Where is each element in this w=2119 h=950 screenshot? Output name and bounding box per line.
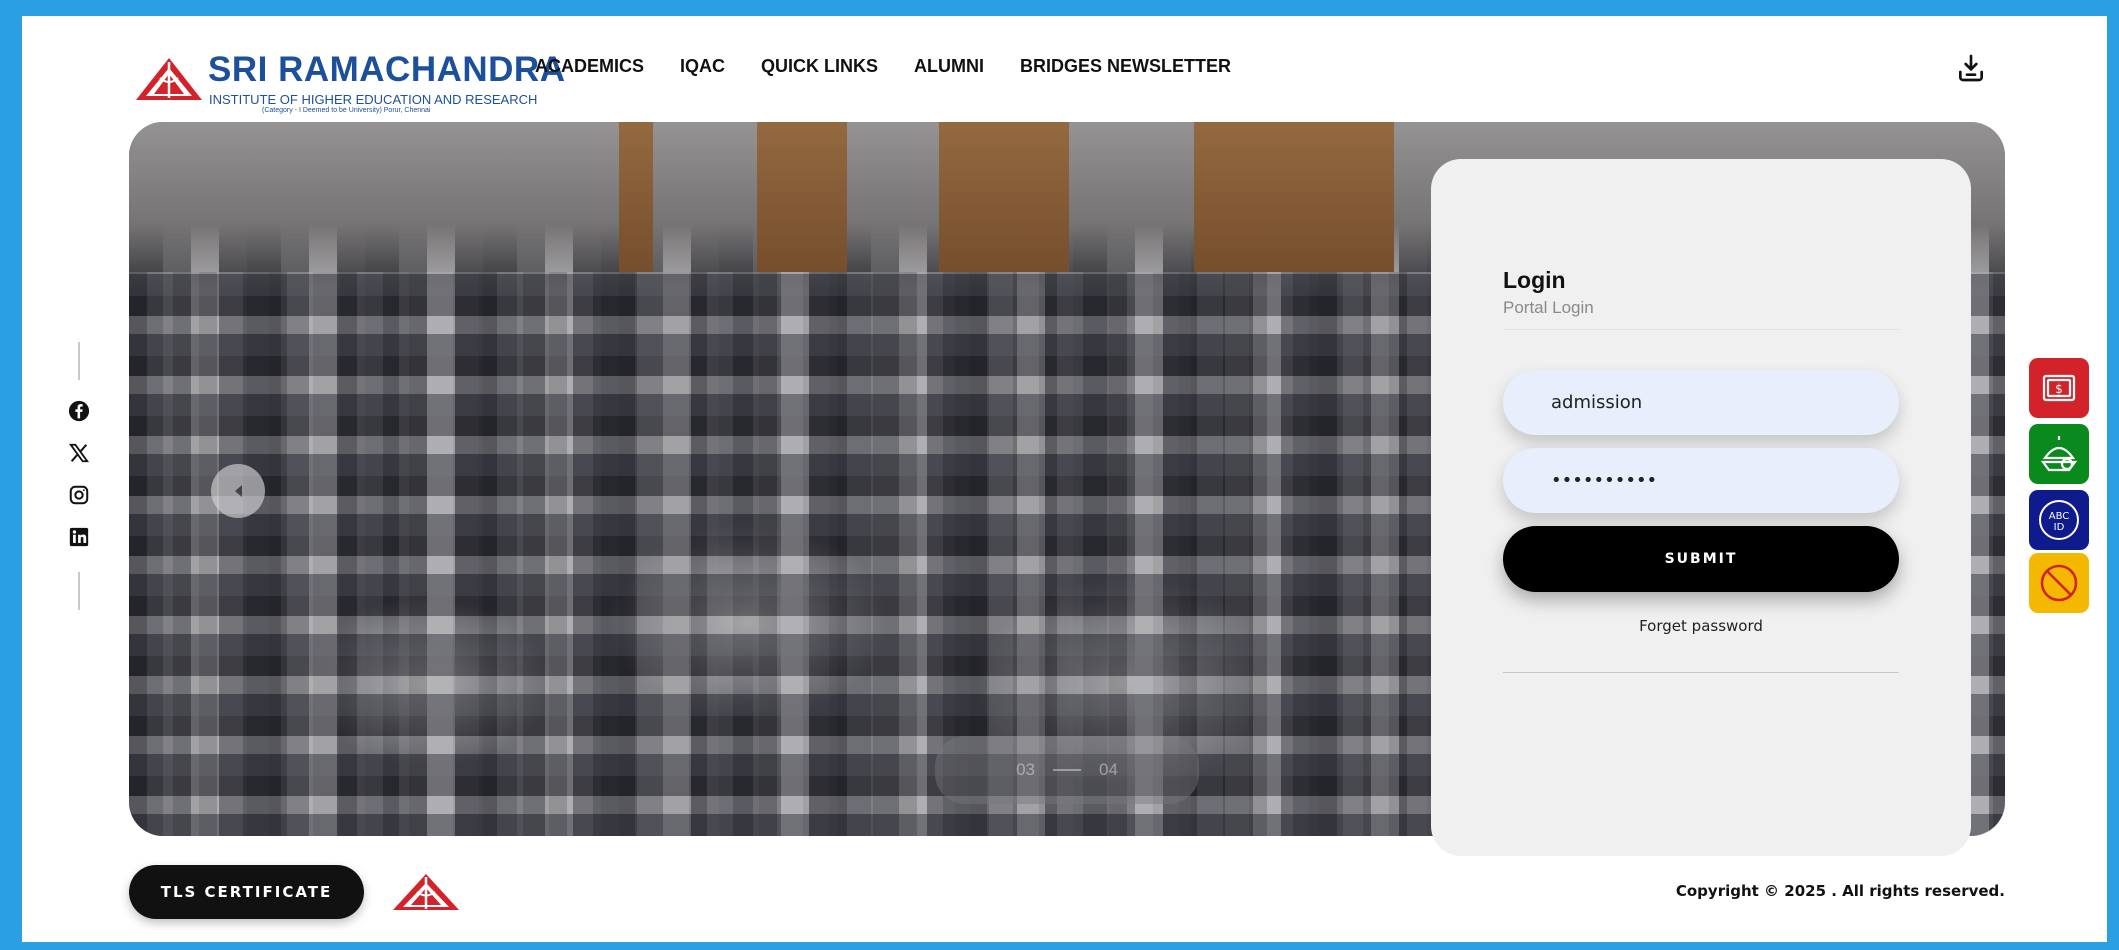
slider-total: 04 [1099,760,1118,779]
abc-id-icon: ABC ID [2039,500,2079,540]
brand-subtitle: INSTITUTE OF HIGHER EDUCATION AND RESEAR… [209,92,538,107]
main-nav: ACADEMICS IQAC QUICK LINKS ALUMNI BRIDGE… [535,56,1231,77]
linkedin-icon[interactable] [68,526,90,548]
divider [78,342,80,380]
divider [78,572,80,610]
emblem-icon [136,58,202,100]
download-icon [1959,54,1983,82]
x-icon[interactable] [68,442,90,464]
instagram-icon[interactable] [68,484,90,506]
brand-tagline: (Category - I Deemed to be University) P… [262,107,431,114]
scholarship-button[interactable] [2029,424,2089,484]
chevron-left-icon [235,485,242,497]
anti-ragging-button[interactable] [2029,553,2089,613]
social-links [64,342,94,610]
slider-counter: 03 04 [935,736,1199,804]
password-input[interactable] [1503,448,1899,513]
scholarship-icon [2040,436,2078,472]
divider [1503,672,1899,673]
login-subtitle: Portal Login [1503,298,1594,317]
username-input[interactable] [1503,370,1899,435]
slider-current: 03 [1016,760,1035,779]
slider-prev-button[interactable] [211,464,265,518]
svg-text:ID: ID [2054,522,2065,533]
tls-certificate-button[interactable]: TLS CERTIFICATE [129,865,364,919]
brand-name: SRI RAMACHANDRA [208,50,566,89]
fee-payment-button[interactable]: $ [2029,358,2089,418]
institution-logo[interactable]: SRI RAMACHANDRA INSTITUTE OF HIGHER EDUC… [134,40,565,120]
facebook-icon[interactable] [68,400,90,422]
login-card: Login Portal Login SUBMIT Forget passwor… [1431,159,1971,856]
submit-button[interactable]: SUBMIT [1503,526,1899,592]
nav-item-bridges-newsletter[interactable]: BRIDGES NEWSLETTER [1020,56,1231,77]
svg-text:ABC: ABC [2049,511,2070,522]
slider-progress-bar [1053,769,1081,771]
nav-item-iqac[interactable]: IQAC [680,56,725,77]
nav-item-academics[interactable]: ACADEMICS [535,56,644,77]
emblem-icon [393,874,459,910]
copyright-text: Copyright © 2025 . All rights reserved. [1675,882,2005,900]
login-title: Login [1503,267,1566,293]
page: SRI RAMACHANDRA INSTITUTE OF HIGHER EDUC… [22,16,2107,942]
fee-payment-icon: $ [2042,374,2076,402]
anti-ragging-icon [2040,564,2078,602]
svg-text:$: $ [2055,382,2063,396]
divider [1503,329,1899,330]
forget-password-link[interactable]: Forget password [1503,617,1899,635]
abc-id-button[interactable]: ABC ID [2029,490,2089,550]
download-button[interactable] [1955,52,1987,84]
nav-item-quick-links[interactable]: QUICK LINKS [761,56,878,77]
nav-item-alumni[interactable]: ALUMNI [914,56,984,77]
